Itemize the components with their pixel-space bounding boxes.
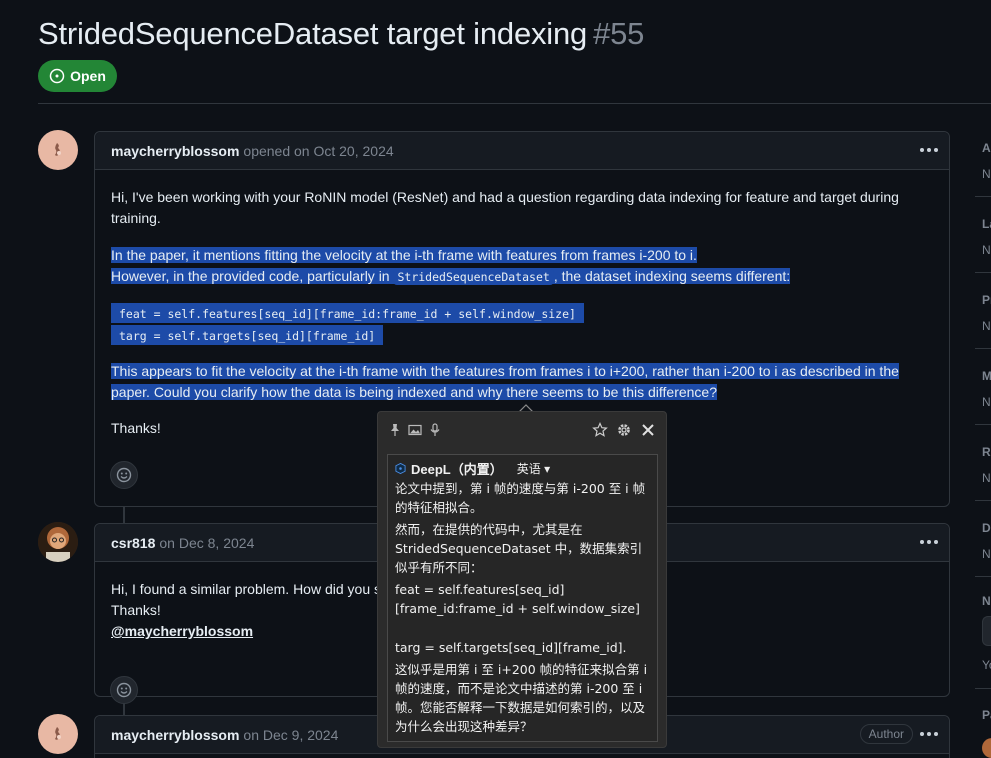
- sidebar-heading-assignees[interactable]: A: [982, 141, 991, 155]
- image-icon[interactable]: [408, 423, 422, 437]
- smiley-icon: [116, 682, 132, 698]
- participant-avatar[interactable]: [982, 738, 991, 758]
- code-line: targ = self.targets[seq_id][frame_id]: [111, 325, 384, 345]
- popup-toolbar: [388, 420, 656, 440]
- sidebar-heading-projects[interactable]: Pr: [982, 293, 991, 307]
- sidebar-divider: [975, 348, 991, 349]
- sidebar-value: N: [982, 319, 991, 333]
- comment-author-link[interactable]: maycherryblossom: [111, 727, 239, 743]
- engine-header: DeepL（内置） 英语 ▾: [395, 459, 650, 477]
- microphone-icon[interactable]: [428, 423, 442, 437]
- translation-paragraph: 然而，在提供的代码中，尤其是在 StridedSequenceDataset 中…: [395, 522, 643, 575]
- sidebar-value: N: [982, 167, 991, 181]
- comment-author-link[interactable]: csr818: [111, 535, 155, 551]
- language-select[interactable]: 英语 ▾: [517, 460, 550, 477]
- sidebar-divider: [975, 500, 991, 501]
- comment-paragraph: In the paper, it mentions fitting the ve…: [111, 245, 926, 288]
- deepl-logo-icon: [395, 462, 406, 474]
- selected-text: However, in the provided code, particula…: [111, 268, 394, 284]
- sidebar-heading-labels[interactable]: La: [982, 217, 991, 231]
- sidebar-divider: [975, 196, 991, 197]
- translation-result-box: DeepL（内置） 英语 ▾ 论文中提到，第 i 帧的速度与第 i-200 至 …: [387, 454, 658, 742]
- translation-paragraph: 这似乎是用第 i 至 i+200 帧的特征来拟合第 i 帧的速度，而不是论文中描…: [395, 662, 648, 734]
- comment-options-icon[interactable]: [919, 725, 939, 743]
- sidebar-heading-notifications: N: [982, 594, 991, 608]
- author-badge: Author: [859, 724, 913, 744]
- issue-state-badge: Open: [38, 60, 117, 92]
- issue-sidebar: A N La N Pr N M N Re N D N N Yo Pa: [975, 104, 991, 758]
- sidebar-value: Yo: [982, 658, 991, 672]
- avatar[interactable]: [38, 522, 78, 562]
- language-select-value: 英语: [516, 461, 541, 476]
- add-reaction-button[interactable]: [110, 461, 138, 489]
- comment-author-link[interactable]: maycherryblossom: [111, 143, 239, 159]
- sidebar-heading-development[interactable]: D: [982, 521, 991, 535]
- translation-text: 论文中提到，第 i 帧的速度与第 i-200 至 i 帧的特征相拟合。 然而，在…: [395, 479, 650, 736]
- avatar-image: [55, 143, 61, 156]
- gear-icon[interactable]: [616, 422, 632, 438]
- engine-name: DeepL（内置）: [411, 461, 503, 477]
- translation-popup: DeepL（内置） 英语 ▾ 论文中提到，第 i 帧的速度与第 i-200 至 …: [377, 411, 667, 748]
- comment-paragraph: This appears to fit the velocity at the …: [111, 361, 926, 403]
- comment-line: Hi, I found a similar problem. How did y…: [111, 581, 381, 597]
- comment-paragraph: Hi, I found a similar problem. How did y…: [111, 579, 381, 642]
- code-line-text: feat = self.features[seq_id][frame_id:fr…: [115, 306, 580, 322]
- add-reaction-button[interactable]: [110, 676, 138, 704]
- comment-paragraph: Thanks!: [111, 420, 161, 436]
- translation-paragraph: 论文中提到，第 i 帧的速度与第 i-200 至 i 帧的特征相拟合。: [395, 481, 646, 515]
- subscribe-button[interactable]: [982, 616, 991, 646]
- issue-title: StridedSequenceDataset target indexing #5…: [38, 16, 644, 52]
- sidebar-value: N: [982, 471, 991, 485]
- avatar-image: [38, 522, 78, 562]
- comment-options-icon[interactable]: [919, 141, 939, 159]
- sidebar-divider: [975, 688, 991, 689]
- issue-title-text: StridedSequenceDataset target indexing: [38, 16, 588, 51]
- comment-paragraph: Hi, I've been working with your RoNIN mo…: [111, 189, 899, 226]
- sidebar-heading-participants: Pa: [982, 708, 991, 722]
- sidebar-value: N: [982, 243, 991, 257]
- issue-opened-icon: [49, 68, 65, 84]
- smiley-icon: [116, 467, 132, 483]
- avatar[interactable]: [38, 130, 78, 170]
- sidebar-heading-relationships[interactable]: Re: [982, 445, 991, 459]
- selected-text: , the dataset indexing seems different:: [553, 268, 791, 284]
- code-line: feat = self.features[seq_id][frame_id:fr…: [111, 303, 584, 323]
- comment-line: Thanks!: [111, 602, 161, 618]
- header-divider: [38, 103, 991, 104]
- close-icon[interactable]: [640, 422, 656, 438]
- comment-meta[interactable]: opened on Oct 20, 2024: [243, 143, 393, 159]
- translation-paragraph: targ = self.targets[seq_id][frame_id].: [395, 640, 627, 655]
- comment-header: maycherryblossom opened on Oct 20, 2024: [95, 132, 949, 170]
- star-icon[interactable]: [592, 422, 608, 438]
- comment-options-icon[interactable]: [919, 533, 939, 551]
- selected-text: In the paper, it mentions fitting the ve…: [111, 247, 697, 263]
- user-mention-link[interactable]: @maycherryblossom: [111, 623, 253, 639]
- sidebar-value: N: [982, 395, 991, 409]
- sidebar-divider: [975, 424, 991, 425]
- comment-meta[interactable]: on Dec 8, 2024: [159, 535, 254, 551]
- issue-number: #55: [593, 16, 645, 51]
- comment-meta[interactable]: on Dec 9, 2024: [243, 727, 338, 743]
- avatar-image: [55, 727, 61, 740]
- pin-icon[interactable]: [388, 423, 402, 437]
- inline-code-wrap: StridedSequenceDataset: [393, 268, 554, 285]
- sidebar-value: N: [982, 547, 991, 561]
- inline-code: StridedSequenceDataset: [393, 269, 554, 285]
- code-block: feat = self.features[seq_id][frame_id:fr…: [111, 303, 926, 347]
- sidebar-heading-milestone[interactable]: M: [982, 369, 991, 383]
- avatar[interactable]: [38, 714, 78, 754]
- selected-text: This appears to fit the velocity at the …: [111, 363, 899, 400]
- code-line-text: targ = self.targets[seq_id][frame_id]: [115, 328, 380, 344]
- sidebar-divider: [975, 272, 991, 273]
- issue-state-label: Open: [70, 68, 106, 84]
- translation-paragraph: feat = self.features[seq_id][frame_id:fr…: [395, 582, 640, 616]
- sidebar-divider: [975, 576, 991, 577]
